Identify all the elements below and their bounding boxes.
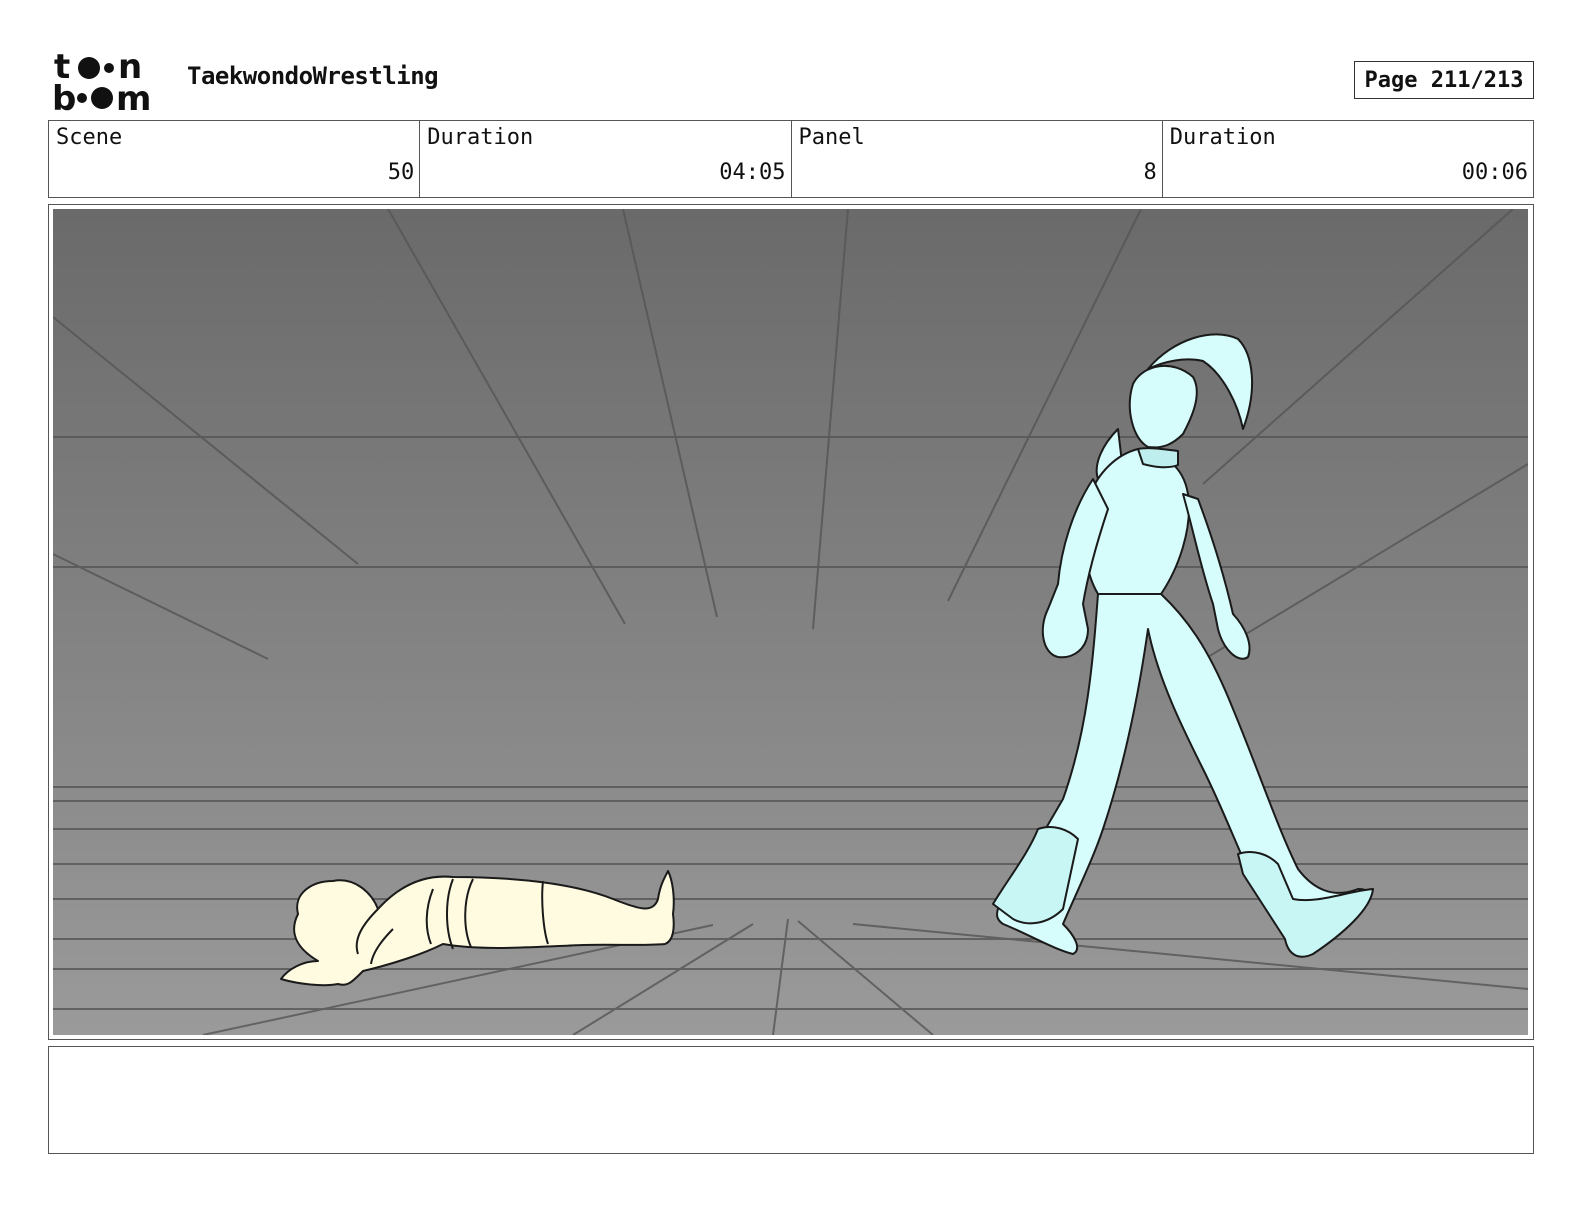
scene-label: Scene (56, 125, 123, 150)
page-number: Page 211/213 (1354, 61, 1534, 99)
panel-value: 8 (1143, 160, 1157, 185)
project-title: TaekwondoWrestling (187, 62, 439, 90)
panel-cell: Panel 8 (792, 121, 1163, 197)
panel-duration-label: Duration (1169, 125, 1276, 150)
svg-text:m: m (116, 79, 151, 112)
toon-boom-logo: t n b m (52, 50, 151, 112)
scene-value: 50 (387, 160, 415, 185)
panel-label: Panel (798, 125, 865, 150)
panel-duration-cell: Duration 00:06 (1163, 121, 1533, 197)
scene-duration-cell: Duration 04:05 (420, 121, 792, 197)
scene-duration-label: Duration (427, 125, 534, 150)
storyboard-panel (48, 204, 1534, 1040)
scene-duration-value: 04:05 (719, 160, 786, 185)
panel-artwork (53, 209, 1528, 1035)
scene-cell: Scene 50 (49, 121, 421, 197)
panel-notes (48, 1046, 1534, 1154)
svg-text:b: b (52, 79, 76, 112)
panel-duration-value: 00:06 (1461, 160, 1528, 185)
scene-info-row: Scene 50 Duration 04:05 Panel 8 Duration… (48, 120, 1534, 198)
